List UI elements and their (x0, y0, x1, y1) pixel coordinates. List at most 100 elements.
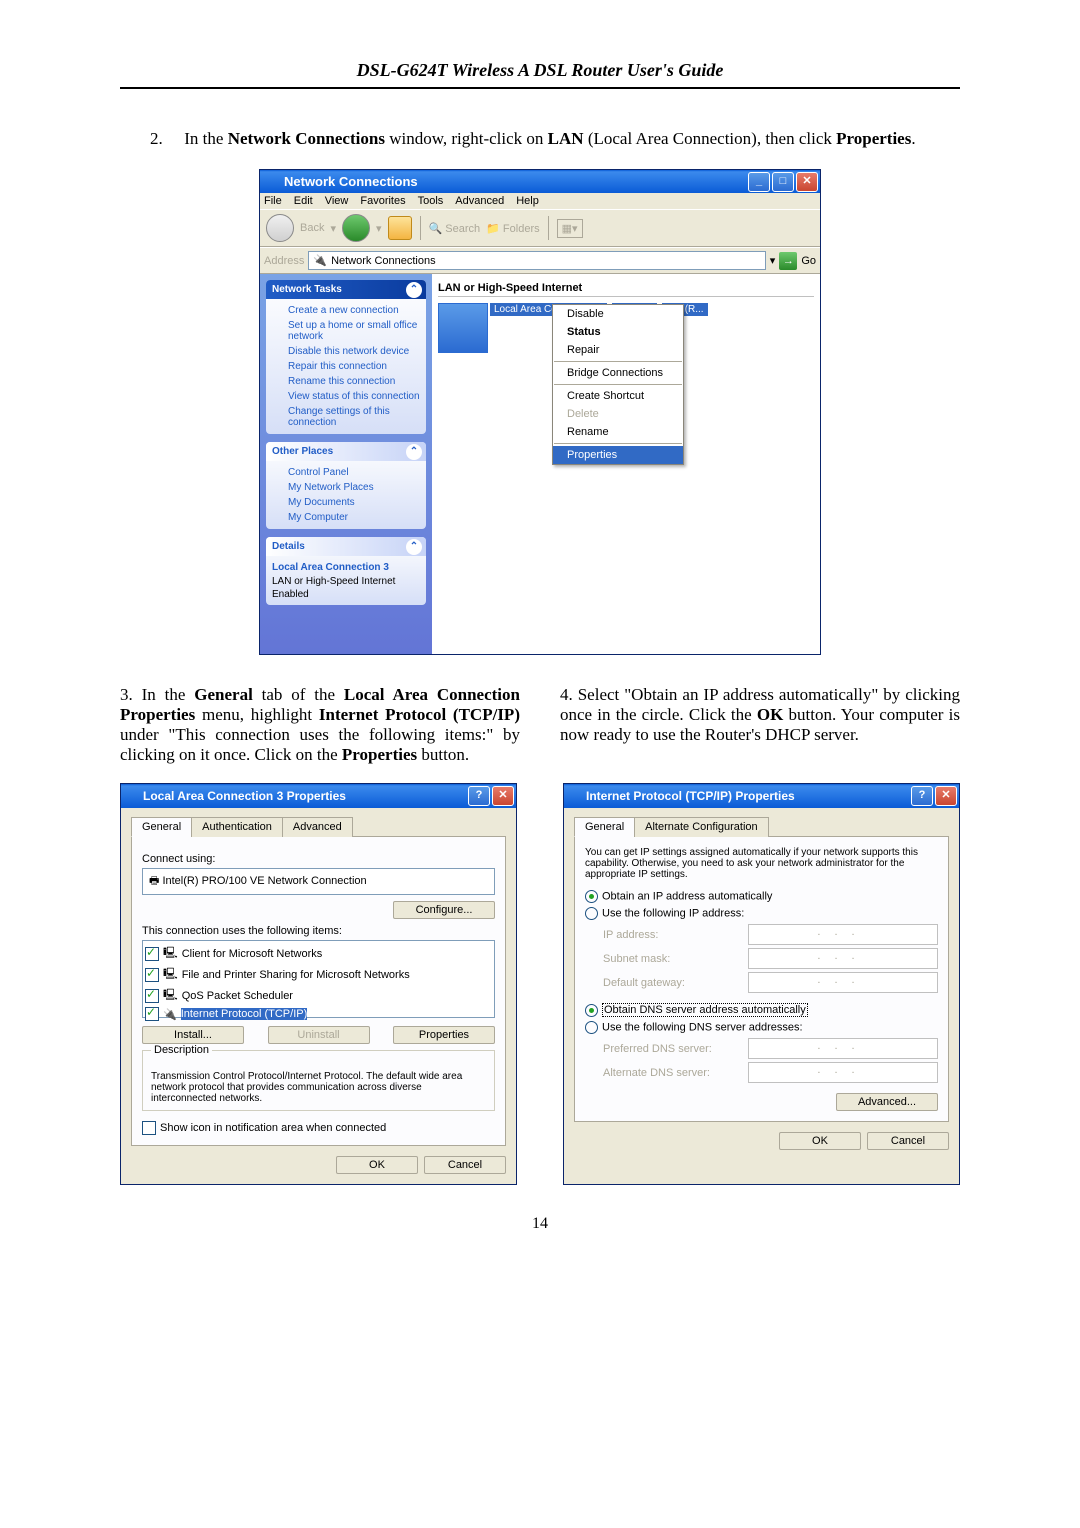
folders-button[interactable]: 📁 Folders (486, 222, 539, 235)
close-button[interactable]: ✕ (796, 172, 818, 192)
up-button[interactable] (388, 216, 412, 240)
task-link[interactable]: Create a new connection (272, 303, 420, 318)
checkbox-icon[interactable] (145, 947, 159, 961)
install-button[interactable]: Install... (142, 1026, 244, 1044)
menu-favorites[interactable]: Favorites (360, 195, 405, 207)
ctx-status[interactable]: Status (553, 323, 683, 341)
radio-label: Use the following DNS server addresses: (602, 1021, 803, 1033)
pdns-field: ... (748, 1038, 938, 1059)
window-title: Internet Protocol (TCP/IP) Properties (586, 789, 795, 803)
ctx-shortcut[interactable]: Create Shortcut (553, 387, 683, 405)
window-title: Network Connections (284, 174, 418, 189)
place-link[interactable]: Control Panel (272, 465, 420, 480)
address-label: Address (264, 255, 304, 267)
menu-help[interactable]: Help (516, 195, 539, 207)
ctx-rename[interactable]: Rename (553, 423, 683, 441)
task-link[interactable]: Set up a home or small office network (272, 318, 420, 344)
show-icon-label: Show icon in notification area when conn… (160, 1122, 386, 1134)
detail-line: LAN or High-Speed Internet (272, 575, 420, 588)
side-panel: Network Tasks⌃ Create a new connection S… (260, 274, 432, 654)
configure-button[interactable]: Configure... (393, 901, 495, 919)
detail-line: Enabled (272, 588, 420, 601)
tab-advanced[interactable]: Advanced (282, 817, 353, 837)
forward-button[interactable] (342, 214, 370, 242)
intro-text: You can get IP settings assigned automat… (585, 847, 938, 880)
radio-use-dns[interactable] (585, 1021, 598, 1034)
checkbox-icon[interactable] (145, 1007, 159, 1021)
go-button[interactable]: → (779, 252, 797, 270)
list-item[interactable]: 🖳QoS Packet Scheduler (145, 985, 492, 1006)
tab-general[interactable]: General (131, 817, 192, 837)
titlebar[interactable]: Local Area Connection 3 Properties ? ✕ (121, 784, 516, 808)
ctx-repair[interactable]: Repair (553, 341, 683, 359)
panel-other-places[interactable]: Other Places⌃ (266, 442, 426, 461)
cancel-button[interactable]: Cancel (867, 1132, 949, 1150)
radio-obtain-dns[interactable] (585, 1004, 598, 1017)
detail-line: Local Area Connection 3 (272, 560, 420, 575)
address-field[interactable]: 🔌Network Connections (308, 251, 765, 270)
tab-authentication[interactable]: Authentication (191, 817, 283, 837)
close-button[interactable]: ✕ (492, 786, 514, 806)
cancel-button[interactable]: Cancel (424, 1156, 506, 1174)
task-link[interactable]: Repair this connection (272, 359, 420, 374)
category-header: LAN or High-Speed Internet (438, 280, 814, 297)
place-link[interactable]: My Documents (272, 495, 420, 510)
ctx-properties[interactable]: Properties (553, 446, 683, 464)
ctx-delete: Delete (553, 405, 683, 423)
task-link[interactable]: View status of this connection (272, 389, 420, 404)
panel-details[interactable]: Details⌃ (266, 537, 426, 556)
ctx-disable[interactable]: Disable (553, 305, 683, 323)
tab-alternate[interactable]: Alternate Configuration (634, 817, 769, 837)
search-button[interactable]: 🔍 Search (429, 222, 481, 235)
list-item[interactable]: 🔌Internet Protocol (TCP/IP) (145, 1006, 492, 1022)
step-4-text: 4. Select "Obtain an IP address automati… (560, 685, 960, 765)
menu-tools[interactable]: Tools (418, 195, 444, 207)
components-list[interactable]: 🖳Client for Microsoft Networks 🖳File and… (142, 940, 495, 1018)
mask-label: Subnet mask: (603, 953, 748, 965)
lan-properties-dialog: Local Area Connection 3 Properties ? ✕ G… (120, 783, 517, 1185)
place-link[interactable]: My Computer (272, 510, 420, 525)
place-link[interactable]: My Network Places (272, 480, 420, 495)
advanced-button[interactable]: Advanced... (836, 1093, 938, 1111)
list-item[interactable]: 🖳Client for Microsoft Networks (145, 943, 492, 964)
task-link[interactable]: Change settings of this connection (272, 404, 420, 430)
help-button[interactable]: ? (911, 786, 933, 806)
tab-general[interactable]: General (574, 817, 635, 837)
ok-button[interactable]: OK (779, 1132, 861, 1150)
checkbox-icon[interactable] (145, 989, 159, 1003)
chevron-up-icon[interactable]: ⌃ (406, 444, 422, 460)
radio-label: Obtain DNS server address automatically (602, 1003, 808, 1017)
menu-view[interactable]: View (325, 195, 349, 207)
views-button[interactable]: ▦▾ (557, 219, 583, 238)
properties-button[interactable]: Properties (393, 1026, 495, 1044)
menu-advanced[interactable]: Advanced (455, 195, 504, 207)
radio-use-ip[interactable] (585, 907, 598, 920)
ip-field: ... (748, 924, 938, 945)
help-button[interactable]: ? (468, 786, 490, 806)
maximize-button[interactable]: □ (772, 172, 794, 192)
back-button[interactable] (266, 214, 294, 242)
panel-network-tasks[interactable]: Network Tasks⌃ (266, 280, 426, 299)
checkbox-icon[interactable] (145, 968, 159, 982)
ok-button[interactable]: OK (336, 1156, 418, 1174)
close-button[interactable]: ✕ (935, 786, 957, 806)
context-menu: Disable Status Repair Bridge Connections… (552, 304, 684, 465)
show-icon-checkbox[interactable] (142, 1121, 156, 1135)
task-link[interactable]: Rename this connection (272, 374, 420, 389)
menu-file[interactable]: File (264, 195, 282, 207)
uninstall-button: Uninstall (268, 1026, 370, 1044)
go-label: Go (801, 255, 816, 267)
gw-field: ... (748, 972, 938, 993)
connection-icon[interactable] (438, 303, 488, 353)
chevron-up-icon[interactable]: ⌃ (406, 282, 422, 298)
menu-edit[interactable]: Edit (294, 195, 313, 207)
list-item[interactable]: 🖳File and Printer Sharing for Microsoft … (145, 964, 492, 985)
task-link[interactable]: Disable this network device (272, 344, 420, 359)
titlebar[interactable]: Internet Protocol (TCP/IP) Properties ? … (564, 784, 959, 808)
minimize-button[interactable]: _ (748, 172, 770, 192)
adns-label: Alternate DNS server: (603, 1067, 748, 1079)
titlebar[interactable]: Network Connections _ □ ✕ (260, 170, 820, 193)
radio-obtain-ip[interactable] (585, 890, 598, 903)
chevron-up-icon[interactable]: ⌃ (406, 539, 422, 555)
ctx-bridge[interactable]: Bridge Connections (553, 364, 683, 382)
